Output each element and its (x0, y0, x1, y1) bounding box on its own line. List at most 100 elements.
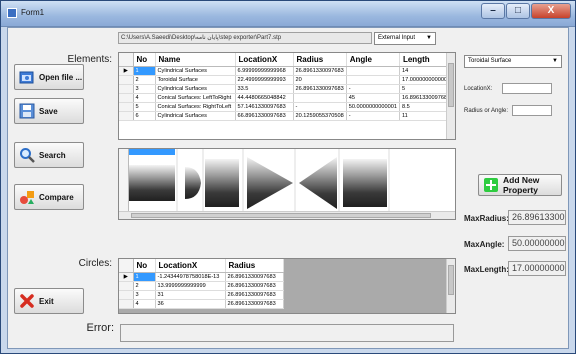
table-cell[interactable]: 26.8961330097683 (293, 66, 347, 76)
table-cell[interactable] (293, 93, 347, 103)
table-cell[interactable]: 57.1461330097683 (235, 102, 294, 112)
column-header-length[interactable]: Length (399, 53, 454, 67)
maximize-button[interactable]: □ (506, 3, 530, 19)
radius-or-angle-input[interactable] (512, 105, 552, 116)
table-cell[interactable]: 4 (133, 93, 156, 103)
table-cell[interactable]: 26.8961330097683 (225, 281, 284, 291)
table-row[interactable]: 5 Conical Surfaces: RightToLeft 57.1461330… (119, 102, 454, 112)
search-button[interactable]: Search (14, 142, 84, 168)
table-cell[interactable]: 6.99999999999968 (235, 66, 294, 76)
property-type-select[interactable]: Toroidal Surface ▼ (464, 55, 562, 68)
table-cell[interactable]: 3 (133, 290, 156, 300)
row-header-cell[interactable] (119, 84, 134, 94)
table-cell[interactable]: 20.1259055370508 (293, 111, 347, 121)
magnifier-icon (20, 148, 35, 163)
table-cell[interactable]: 22.4999999999993 (235, 75, 294, 85)
table-cell[interactable]: 20 (293, 75, 347, 85)
table-row[interactable]: 3 Cylindrical Surfaces 33.5 26.896133009768… (119, 84, 454, 94)
table-row[interactable]: 6 Cylindrical Surfaces 66.8961330097683 20.… (119, 111, 454, 121)
table-row[interactable]: 2 Toroidal Surface 22.4999999999993 20 17.00… (119, 75, 454, 85)
table-cell[interactable]: 26.8961330097683 (225, 290, 284, 300)
table-cell[interactable]: 3 (133, 84, 156, 94)
table-cell[interactable]: 33.5 (235, 84, 294, 94)
save-button[interactable]: Save (14, 98, 84, 124)
input-mode-select[interactable]: External Input ▼ (374, 32, 436, 45)
elements-vertical-scrollbar[interactable] (446, 53, 455, 139)
compare-button[interactable]: Compare (14, 184, 84, 210)
table-row[interactable]: 3 31 26.8961330097683 (119, 290, 284, 300)
table-cell[interactable]: Conical Surfaces: LeftToRight (155, 93, 236, 103)
table-cell[interactable]: Conical Surfaces: RightToLeft (155, 102, 236, 112)
table-cell[interactable]: 31 (155, 290, 226, 300)
table-cell[interactable]: 16.8961330097683 (399, 93, 454, 103)
column-header-locationx[interactable]: LocationX (235, 53, 294, 67)
table-cell[interactable]: Cylindrical Surfaces (155, 111, 236, 121)
table-cell[interactable] (346, 75, 400, 85)
row-header-cell[interactable] (119, 102, 134, 112)
column-header-radius[interactable]: Radius (293, 53, 347, 67)
row-header-cell[interactable] (119, 290, 134, 300)
row-header-cell[interactable] (119, 75, 134, 85)
circles-table[interactable]: No LocationX Radius ▶ 1 -1.24344978758018E… (118, 258, 456, 314)
table-row[interactable]: 4 Conical Surfaces: LeftToRight 44.4480665… (119, 93, 454, 103)
table-cell[interactable]: 5 (133, 102, 156, 112)
table-cell[interactable]: 4 (133, 299, 156, 309)
table-row[interactable]: 2 13.9999999999999 26.8961330097683 (119, 281, 284, 291)
app-window: Form1 – □ X C:\Users\A.Saeedi\Desktop\پا… (0, 0, 576, 354)
table-row[interactable]: 4 36 26.8961330097683 (119, 299, 284, 309)
table-cell[interactable]: 5 (399, 84, 454, 94)
table-cell[interactable]: 1 (133, 272, 156, 282)
minimize-button[interactable]: – (481, 3, 505, 19)
table-cell[interactable]: 14 (399, 66, 454, 76)
row-header-corner (119, 259, 134, 273)
elements-table[interactable]: No Name LocationX Radius Angle Length ▶ 1… (118, 52, 456, 140)
open-file-button[interactable]: Open file ... (14, 64, 84, 90)
table-cell[interactable]: 26.8961330097683 (293, 84, 347, 94)
table-cell[interactable]: 36 (155, 299, 226, 309)
table-cell[interactable]: 6 (133, 111, 156, 121)
table-row[interactable]: ▶ 1 Cylindrical Surfaces 6.99999999999968 26… (119, 66, 454, 76)
table-cell[interactable]: 1 (133, 66, 156, 76)
column-header-radius[interactable]: Radius (225, 259, 284, 273)
table-cell[interactable]: 26.8961330097683 (225, 272, 284, 282)
table-cell[interactable]: 2 (133, 75, 156, 85)
column-header-angle[interactable]: Angle (346, 53, 400, 67)
row-header-cell[interactable] (119, 281, 134, 291)
close-button[interactable]: X (531, 3, 571, 19)
row-header-cell[interactable] (119, 93, 134, 103)
table-cell[interactable]: -1.24344978758018E-13 (155, 272, 226, 282)
column-header-locationx[interactable]: LocationX (155, 259, 226, 273)
table-cell[interactable]: - (346, 84, 400, 94)
circles-vertical-scrollbar[interactable] (446, 259, 455, 313)
table-cell[interactable]: 44.4480665048842 (235, 93, 294, 103)
table-cell[interactable]: 45 (346, 93, 400, 103)
table-cell[interactable]: Cylindrical Surfaces (155, 66, 236, 76)
table-row[interactable]: ▶ 1 -1.24344978758018E-13 26.8961330097683 (119, 272, 284, 282)
table-cell[interactable]: 2 (133, 281, 156, 291)
table-cell[interactable]: 13.9999999999999 (155, 281, 226, 291)
location-x-input[interactable] (502, 83, 552, 94)
exit-button[interactable]: Exit (14, 288, 84, 314)
table-cell[interactable]: 8.5 (399, 102, 454, 112)
table-cell[interactable]: - (293, 102, 347, 112)
column-header-no[interactable]: No (133, 53, 156, 67)
row-header-cell[interactable] (119, 299, 134, 309)
add-new-property-button[interactable]: Add New Property (478, 174, 562, 196)
table-cell[interactable]: 66.8961330097683 (235, 111, 294, 121)
row-header-cell[interactable] (119, 111, 134, 121)
column-header-no[interactable]: No (133, 259, 156, 273)
row-header-cell[interactable]: ▶ (119, 272, 134, 282)
table-cell[interactable]: - (346, 111, 400, 121)
toroidal-segment (185, 167, 201, 199)
table-cell[interactable]: 17.0000000000001 (399, 75, 454, 85)
table-cell[interactable]: 26.8961330097683 (225, 299, 284, 309)
table-cell[interactable]: Cylindrical Surfaces (155, 84, 236, 94)
table-cell[interactable]: 50.0000000000001 (346, 102, 400, 112)
shape-horizontal-scrollbar[interactable] (119, 211, 455, 219)
table-cell[interactable] (346, 66, 400, 76)
table-cell[interactable]: Toroidal Surface (155, 75, 236, 85)
row-header-cell[interactable]: ▶ (119, 66, 134, 76)
open-file-label: Open file ... (39, 72, 83, 82)
table-cell[interactable]: 11 (399, 111, 454, 121)
column-header-name[interactable]: Name (155, 53, 236, 67)
